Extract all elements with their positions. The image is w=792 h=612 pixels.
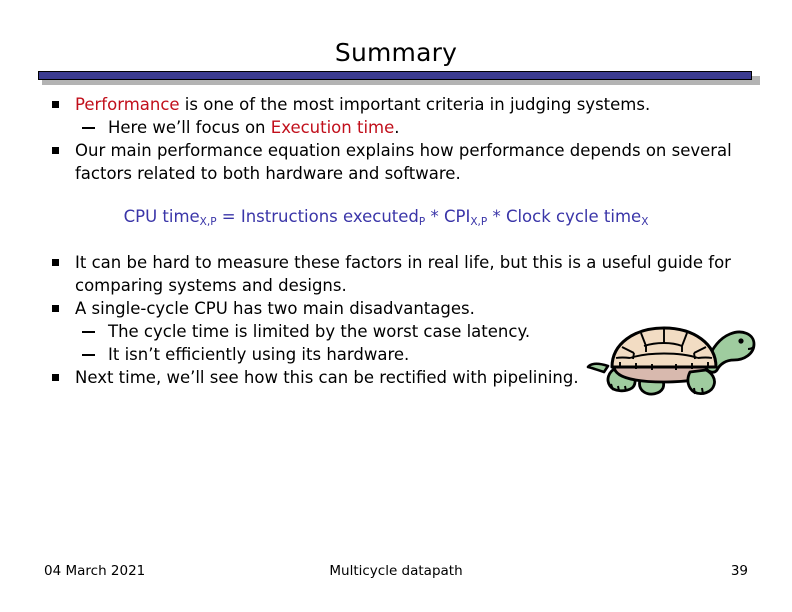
bullet-text: Next time, we’ll see how this can be rec… — [75, 368, 579, 387]
equation-subscript: X,P — [199, 216, 217, 228]
title-divider — [38, 71, 760, 85]
slide: Summary Performance is one of the most i… — [0, 0, 792, 612]
bullet-item: Performance is one of the most important… — [38, 93, 754, 116]
sub-bullet-item: Here we’ll focus on Execution time. — [38, 116, 754, 139]
bullet-text: It can be hard to measure these factors … — [75, 253, 731, 295]
bullet-item: A single-cycle CPU has two main disadvan… — [38, 297, 754, 320]
square-bullet-icon — [52, 147, 59, 154]
bullet-item: Our main performance equation explains h… — [38, 139, 754, 185]
slide-footer: 04 March 2021 Multicycle datapath 39 — [0, 563, 792, 583]
bullet-text-emphasis: Performance — [75, 95, 180, 114]
dash-bullet-icon — [82, 354, 95, 356]
title-divider-bar — [38, 71, 752, 80]
page-title: Summary — [334, 38, 458, 67]
dash-bullet-icon — [82, 127, 95, 129]
footer-page-number: 39 — [730, 563, 748, 579]
tortoise-icon — [586, 322, 758, 398]
bullet-text: is one of the most important criteria in… — [179, 95, 651, 114]
square-bullet-icon — [52, 305, 59, 312]
sub-bullet-text: The cycle time is limited by the worst c… — [108, 322, 531, 341]
sub-bullet-text: Here we’ll focus on — [108, 118, 271, 137]
equation-subscript: X,P — [470, 216, 488, 228]
footer-title: Multicycle datapath — [329, 563, 463, 579]
square-bullet-icon — [52, 374, 59, 381]
sub-bullet-text-emphasis: Execution time — [270, 118, 395, 137]
equation-subscript: P — [418, 216, 426, 228]
equation-part: = Instructions executed — [216, 207, 419, 226]
sub-bullet-text-tail: . — [394, 118, 400, 137]
dash-bullet-icon — [82, 331, 95, 333]
bullet-text: Our main performance equation explains h… — [75, 141, 732, 183]
square-bullet-icon — [52, 101, 59, 108]
equation-part: CPU time — [123, 207, 200, 226]
equation-part: * Clock cycle time — [487, 207, 642, 226]
equation-part: * CPI — [425, 207, 471, 226]
sub-bullet-text: It isn’t efficiently using its hardware. — [108, 345, 410, 364]
bullet-item: It can be hard to measure these factors … — [38, 251, 754, 297]
square-bullet-icon — [52, 259, 59, 266]
cpu-time-equation: CPU timeX,P = Instructions executedP * C… — [38, 205, 754, 231]
bullet-text: A single-cycle CPU has two main disadvan… — [75, 299, 475, 318]
equation-subscript: X — [641, 216, 649, 228]
